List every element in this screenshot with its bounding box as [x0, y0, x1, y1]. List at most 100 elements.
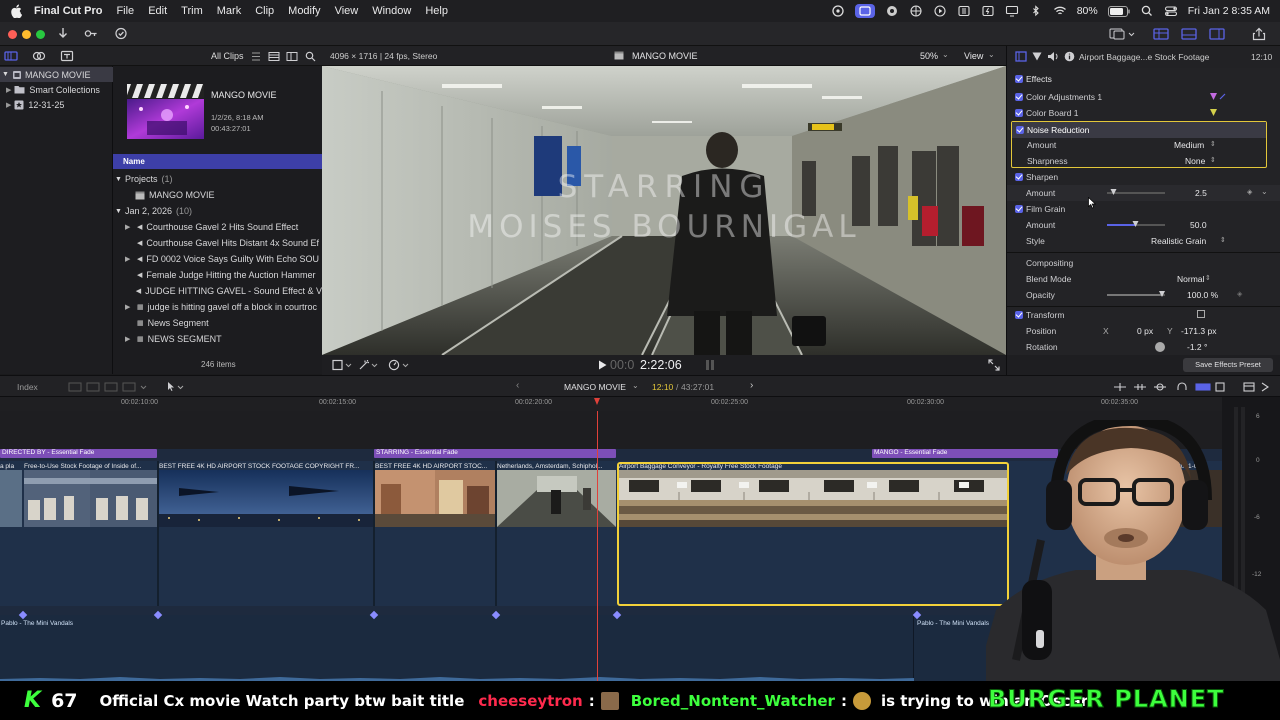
view-menu[interactable]: View — [964, 51, 983, 61]
slider-knob[interactable] — [1132, 221, 1139, 227]
color-board-row[interactable]: Color Board 1 — [1007, 105, 1280, 121]
play-circle-icon[interactable] — [933, 5, 947, 17]
rotation-value[interactable]: -1.2 ° — [1187, 342, 1207, 352]
film-grain-row[interactable]: Film Grain — [1007, 201, 1280, 217]
color-adjustments-row[interactable]: Color Adjustments 1 — [1007, 89, 1280, 105]
color-mask-icon[interactable] — [1209, 108, 1218, 117]
control-center-icon[interactable] — [1164, 5, 1178, 17]
fg-amount-value[interactable]: 50.0 — [1190, 220, 1207, 230]
sharpen-checkbox[interactable] — [1015, 173, 1023, 181]
keyframe-icon[interactable]: ◈ — [1247, 188, 1252, 196]
magic-wand-icon[interactable] — [358, 359, 378, 371]
noise-reduction-checkbox[interactable] — [1016, 126, 1024, 134]
disclosure-open-icon[interactable]: ▼ — [2, 71, 9, 78]
timeline-project-menu[interactable]: MANGO MOVIE — [564, 382, 626, 392]
video-viewer[interactable]: STARRING MOISES BOURNIGAL — [322, 66, 1006, 355]
list-view-icon[interactable] — [268, 51, 280, 62]
effects-checkbox[interactable] — [1015, 75, 1023, 83]
clip-thumbnail[interactable] — [159, 470, 373, 527]
projects-group-row[interactable]: ▼ Projects (1) — [113, 171, 322, 187]
timeline-view-controls[interactable] — [1112, 381, 1272, 393]
inspector-toggle-icon[interactable] — [1208, 27, 1226, 41]
effects-section-header[interactable]: Effects — [1007, 71, 1280, 87]
list-item[interactable]: ◀ Female Judge Hitting the Auction Hamme… — [113, 267, 322, 283]
select-tool-icon[interactable] — [166, 381, 186, 393]
color-inspector-icon[interactable] — [1031, 51, 1043, 62]
browser-toggle-icon[interactable] — [1152, 27, 1170, 41]
blend-mode-popup[interactable]: Normal — [1177, 274, 1204, 284]
timeline-toggle-icon[interactable] — [1180, 27, 1198, 41]
libraries-icon[interactable] — [4, 50, 18, 62]
video-inspector-icon[interactable] — [1015, 51, 1027, 62]
zoom-menu[interactable]: 50% — [920, 51, 938, 61]
noise-reduction-panel[interactable]: Noise Reduction Amount Medium ⇕ Sharpnes… — [1011, 121, 1267, 168]
info-icon[interactable] — [1064, 51, 1075, 62]
apple-icon[interactable] — [10, 4, 24, 18]
lightning-icon[interactable] — [981, 5, 995, 17]
wifi-icon[interactable] — [1053, 5, 1067, 17]
spotlight-search-icon[interactable] — [1140, 5, 1154, 17]
list-item[interactable]: ◀ Courthouse Gavel Hits Distant 4x Sound… — [113, 235, 322, 251]
keyframe-icon[interactable]: ◈ — [1237, 290, 1242, 298]
share-icon[interactable] — [1250, 27, 1268, 41]
sharpen-row[interactable]: Sharpen — [1007, 169, 1280, 185]
chevron-down-icon[interactable]: ⌄ — [632, 381, 639, 390]
disclosure-closed-icon[interactable]: ▶ — [125, 335, 135, 343]
disclosure-open-icon[interactable]: ▼ — [115, 208, 122, 215]
audio-inspector-icon[interactable] — [1047, 51, 1059, 62]
menu-file[interactable]: File — [116, 5, 134, 17]
library-item-mango-movie[interactable]: ▼ MANGO MOVIE — [0, 67, 113, 82]
slider-knob[interactable] — [1159, 291, 1165, 297]
clip-thumbnail[interactable] — [0, 470, 22, 527]
transform-row[interactable]: Transform — [1007, 307, 1280, 323]
clip-filter-menu[interactable]: All Clips — [211, 51, 244, 61]
up-down-chevron-icon[interactable]: ⇕ — [1210, 140, 1216, 148]
menu-mark[interactable]: Mark — [217, 5, 241, 17]
list-item[interactable]: ▶ ◀ FD 0002 Voice Says Guilty With Echo … — [113, 251, 322, 267]
list-item[interactable]: MANGO MOVIE — [113, 187, 322, 203]
back-history-icon[interactable]: ‹ — [516, 380, 519, 391]
color-adjustments-checkbox[interactable] — [1015, 93, 1023, 101]
up-down-chevron-icon[interactable]: ⇕ — [1205, 274, 1211, 282]
grid-icon[interactable] — [957, 5, 971, 17]
menu-clip[interactable]: Clip — [255, 5, 274, 17]
disclosure-closed-icon[interactable]: ▶ — [6, 101, 11, 109]
speed-gauge-icon[interactable] — [388, 359, 410, 371]
list-item[interactable]: ◀ JUDGE HITTING GAVEL - Sound Effect & V — [113, 283, 322, 299]
film-grain-checkbox[interactable] — [1015, 205, 1023, 213]
save-effects-preset-button[interactable]: Save Effects Preset — [1183, 358, 1273, 372]
disclosure-closed-icon[interactable]: ▶ — [125, 255, 135, 263]
title-clip[interactable]: DIRECTED BY - Essential Fade — [0, 449, 157, 458]
disclosure-closed-icon[interactable]: ▶ — [125, 303, 135, 311]
transform-checkbox[interactable] — [1015, 311, 1023, 319]
list-item[interactable]: ▶ ▦ judge is hitting gavel off a block i… — [113, 299, 322, 315]
disclosure-open-icon[interactable]: ▼ — [115, 176, 122, 183]
menu-app-name[interactable]: Final Cut Pro — [34, 5, 102, 17]
nr-amount-popup[interactable]: Medium — [1174, 140, 1204, 150]
menu-window[interactable]: Window — [372, 5, 411, 17]
project-thumbnail[interactable] — [127, 84, 204, 139]
list-item[interactable]: ▦ News Segment — [113, 315, 322, 331]
screen-record-icon[interactable] — [854, 4, 875, 18]
playhead-marker[interactable] — [594, 398, 600, 405]
obs-icon[interactable] — [831, 5, 845, 17]
opacity-slider[interactable] — [1107, 291, 1165, 297]
disclosure-closed-icon[interactable]: ▶ — [125, 223, 135, 231]
menu-edit[interactable]: Edit — [148, 5, 167, 17]
edit-buttons[interactable] — [68, 381, 148, 393]
sharpen-amount-value[interactable]: 2.5 — [1195, 188, 1207, 198]
fg-style-popup[interactable]: Realistic Grain — [1151, 236, 1206, 246]
nr-sharpness-popup[interactable]: None — [1185, 156, 1205, 166]
compositing-header[interactable]: Compositing — [1007, 255, 1280, 271]
name-column-header[interactable]: Name — [113, 154, 322, 169]
zoom-window-button[interactable] — [36, 30, 45, 39]
sharpen-amount-slider[interactable] — [1107, 189, 1165, 195]
list-item[interactable]: ▶ ▦ NEWS SEGMENT — [113, 331, 322, 347]
color-mask-icon[interactable] — [1209, 92, 1227, 101]
fullscreen-icon[interactable] — [988, 359, 1000, 371]
clip-thumbnail[interactable] — [497, 470, 616, 527]
play-icon[interactable] — [598, 360, 607, 370]
opacity-value[interactable]: 100.0 % — [1187, 290, 1218, 300]
timecode-display[interactable]: 2:22:06 — [640, 358, 682, 372]
list-item[interactable]: ▶ ◀ Courthouse Gavel 2 Hits Sound Effect — [113, 219, 322, 235]
